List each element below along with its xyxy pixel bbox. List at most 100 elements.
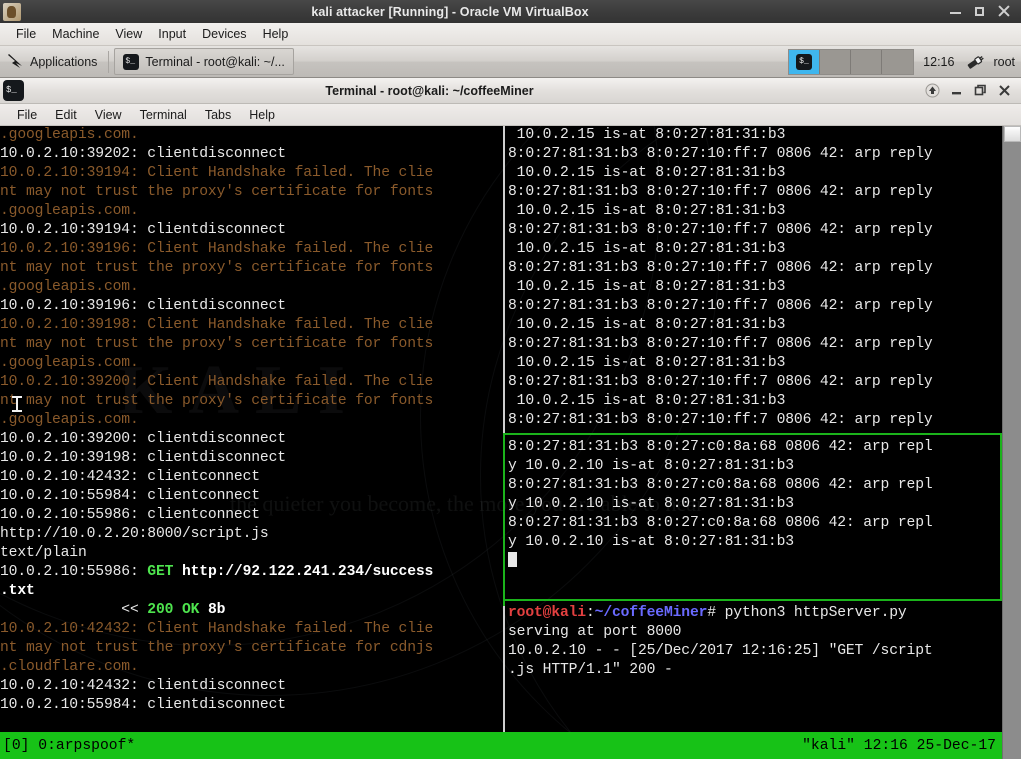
terminal-line: 10.0.2.10:42432: Client Handshake failed… <box>0 620 502 639</box>
terminal-titlebar: Terminal - root@kali: ~/coffeeMiner <box>0 78 1021 104</box>
terminal-text: 10.0.2.10:39196: clientdisconnect <box>0 298 286 314</box>
term-menu-tabs[interactable]: Tabs <box>196 106 240 124</box>
terminal-text: .googleapis.com. <box>0 355 139 371</box>
terminal-text: ~/coffeeMiner <box>595 605 708 621</box>
terminal-cursor <box>508 552 517 567</box>
terminal-line: y 10.0.2.10 is-at 8:0:27:81:31:b3 <box>508 495 1002 514</box>
terminal-line: 8:0:27:81:31:b3 8:0:27:10:ff:7 0806 42: … <box>508 335 1002 354</box>
terminal-text: 10.0.2.15 is-at 8:0:27:81:31:b3 <box>508 165 785 181</box>
terminal-line: .txt <box>0 582 502 601</box>
terminal-content-area[interactable]: KALI TM the quieter you become, the more… <box>0 126 1021 759</box>
terminal-scrollbar-thumb[interactable] <box>1004 126 1021 142</box>
panel-username[interactable]: root <box>989 55 1021 69</box>
tmux-status-bar: [0] 0:arpspoof* "kali" 12:16 25-Dec-17 <box>0 732 1002 759</box>
terminal-line: 8:0:27:81:31:b3 8:0:27:10:ff:7 0806 42: … <box>508 411 1002 430</box>
terminal-line: 10.0.2.10:42432: clientconnect <box>0 468 502 487</box>
terminal-text: 10.0.2.10:39200: Client Handshake failed… <box>0 374 433 390</box>
terminal-text: 10.0.2.10:39198: Client Handshake failed… <box>0 317 433 333</box>
panel-clock[interactable]: 12:16 <box>916 55 961 69</box>
terminal-text: 10.0.2.15 is-at 8:0:27:81:31:b3 <box>508 279 785 295</box>
tmux-status-left[interactable]: [0] 0:arpspoof* <box>0 738 135 754</box>
vbox-menu-help[interactable]: Help <box>255 25 297 43</box>
terminal-text: text/plain <box>0 545 87 561</box>
terminal-line: 10.0.2.15 is-at 8:0:27:81:31:b3 <box>508 392 1002 411</box>
terminal-line: 8:0:27:81:31:b3 8:0:27:c0:8a:68 0806 42:… <box>508 514 1002 533</box>
terminal-text: 8:0:27:81:31:b3 8:0:27:10:ff:7 0806 42: … <box>508 412 933 428</box>
terminal-text: 10.0.2.10:42432: Client Handshake failed… <box>0 621 433 637</box>
terminal-text: 10.0.2.10:55984: clientconnect <box>0 488 260 504</box>
shade-button[interactable] <box>925 83 940 98</box>
terminal-line: .googleapis.com. <box>0 202 502 221</box>
tmux-pane-httpserver[interactable]: root@kali:~/coffeeMiner# python3 httpSer… <box>508 604 1002 732</box>
virtualbox-window-controls <box>949 5 1010 18</box>
virtualbox-app-icon <box>3 3 21 21</box>
vbox-menu-input[interactable]: Input <box>150 25 194 43</box>
tmux-pane-arpspoof-gateway[interactable]: 8:0:27:81:31:b3 8:0:27:c0:8a:68 0806 42:… <box>508 438 1002 598</box>
terminal-text: root@kali <box>508 605 586 621</box>
term-menu-view[interactable]: View <box>86 106 131 124</box>
tmux-pane-container: .googleapis.com.10.0.2.10:39202: clientd… <box>0 126 1021 759</box>
close-button[interactable] <box>997 83 1012 98</box>
terminal-line: 10.0.2.10:39200: Client Handshake failed… <box>0 373 502 392</box>
term-menu-file[interactable]: File <box>8 106 46 124</box>
terminal-text: 10.0.2.10:39198: clientdisconnect <box>0 450 286 466</box>
taskbar-item-terminal[interactable]: Terminal - root@kali: ~/... <box>114 48 293 75</box>
guest-screen: Applications Terminal - root@kali: ~/...… <box>0 46 1021 759</box>
power-manager-icon[interactable] <box>964 51 986 73</box>
terminal-text: 10.0.2.10:39194: Client Handshake failed… <box>0 165 433 181</box>
terminal-line: 8:0:27:81:31:b3 8:0:27:10:ff:7 0806 42: … <box>508 259 1002 278</box>
terminal-line: y 10.0.2.10 is-at 8:0:27:81:31:b3 <box>508 457 1002 476</box>
kali-dragon-icon <box>6 52 25 71</box>
terminal-text: 8:0:27:81:31:b3 8:0:27:10:ff:7 0806 42: … <box>508 222 933 238</box>
term-menu-terminal[interactable]: Terminal <box>131 106 196 124</box>
terminal-text: 8:0:27:81:31:b3 8:0:27:c0:8a:68 0806 42:… <box>508 477 933 493</box>
terminal-line: 10.0.2.10:39194: clientdisconnect <box>0 221 502 240</box>
terminal-line: 10.0.2.10:39200: clientdisconnect <box>0 430 502 449</box>
workspace-1[interactable] <box>789 50 820 74</box>
terminal-text: 8:0:27:81:31:b3 8:0:27:10:ff:7 0806 42: … <box>508 146 933 162</box>
workspace-2[interactable] <box>820 50 851 74</box>
vbox-maximize-button[interactable] <box>973 5 986 18</box>
terminal-line: 10.0.2.10:39196: Client Handshake failed… <box>0 240 502 259</box>
term-menu-edit[interactable]: Edit <box>46 106 86 124</box>
vbox-menu-view[interactable]: View <box>107 25 150 43</box>
terminal-text: .googleapis.com. <box>0 127 139 143</box>
terminal-text: 10.0.2.10:39196: Client Handshake failed… <box>0 241 433 257</box>
pane-divider-vertical-active <box>503 433 505 606</box>
taskbar-item-label: Terminal - root@kali: ~/... <box>145 55 284 69</box>
workspace-3[interactable] <box>851 50 882 74</box>
terminal-text: y 10.0.2.10 is-at 8:0:27:81:31:b3 <box>508 458 794 474</box>
terminal-scrollbar[interactable] <box>1002 126 1021 759</box>
panel-separator <box>108 51 109 73</box>
terminal-text: : <box>586 605 595 621</box>
terminal-line: 10.0.2.15 is-at 8:0:27:81:31:b3 <box>508 316 1002 335</box>
applications-menu-button[interactable]: Applications <box>0 47 105 77</box>
terminal-line: 10.0.2.15 is-at 8:0:27:81:31:b3 <box>508 354 1002 373</box>
terminal-line: 8:0:27:81:31:b3 8:0:27:10:ff:7 0806 42: … <box>508 297 1002 316</box>
terminal-line: .cloudflare.com. <box>0 658 502 677</box>
pane-divider-horizontal-upper <box>505 433 1002 435</box>
tmux-pane-mitmproxy[interactable]: .googleapis.com.10.0.2.10:39202: clientd… <box>0 126 502 732</box>
vbox-close-button[interactable] <box>997 5 1010 18</box>
maximize-button[interactable] <box>973 83 988 98</box>
terminal-line: 10.0.2.10:55984: clientconnect <box>0 487 502 506</box>
vbox-menu-file[interactable]: File <box>8 25 44 43</box>
terminal-text: .cloudflare.com. <box>0 659 139 675</box>
tmux-pane-arpspoof-target[interactable]: 10.0.2.15 is-at 8:0:27:81:31:b38:0:27:81… <box>508 126 1002 431</box>
vbox-minimize-button[interactable] <box>949 5 962 18</box>
terminal-text: 10.0.2.15 is-at 8:0:27:81:31:b3 <box>508 241 785 257</box>
terminal-text: GET <box>147 564 182 580</box>
vbox-menu-machine[interactable]: Machine <box>44 25 107 43</box>
terminal-line: 10.0.2.10 - - [25/Dec/2017 12:16:25] "GE… <box>508 642 1002 661</box>
terminal-text: .googleapis.com. <box>0 279 139 295</box>
terminal-text: 8:0:27:81:31:b3 8:0:27:10:ff:7 0806 42: … <box>508 184 933 200</box>
terminal-text: http://10.0.2.20:8000/script.js <box>0 526 269 542</box>
vbox-menu-devices[interactable]: Devices <box>194 25 254 43</box>
workspace-4[interactable] <box>882 50 913 74</box>
minimize-button[interactable] <box>949 83 964 98</box>
xfce-top-panel: Applications Terminal - root@kali: ~/...… <box>0 46 1021 78</box>
term-menu-help[interactable]: Help <box>240 106 284 124</box>
terminal-window-icon <box>3 80 24 101</box>
terminal-line: 10.0.2.15 is-at 8:0:27:81:31:b3 <box>508 202 1002 221</box>
terminal-line: 10.0.2.10:39194: Client Handshake failed… <box>0 164 502 183</box>
